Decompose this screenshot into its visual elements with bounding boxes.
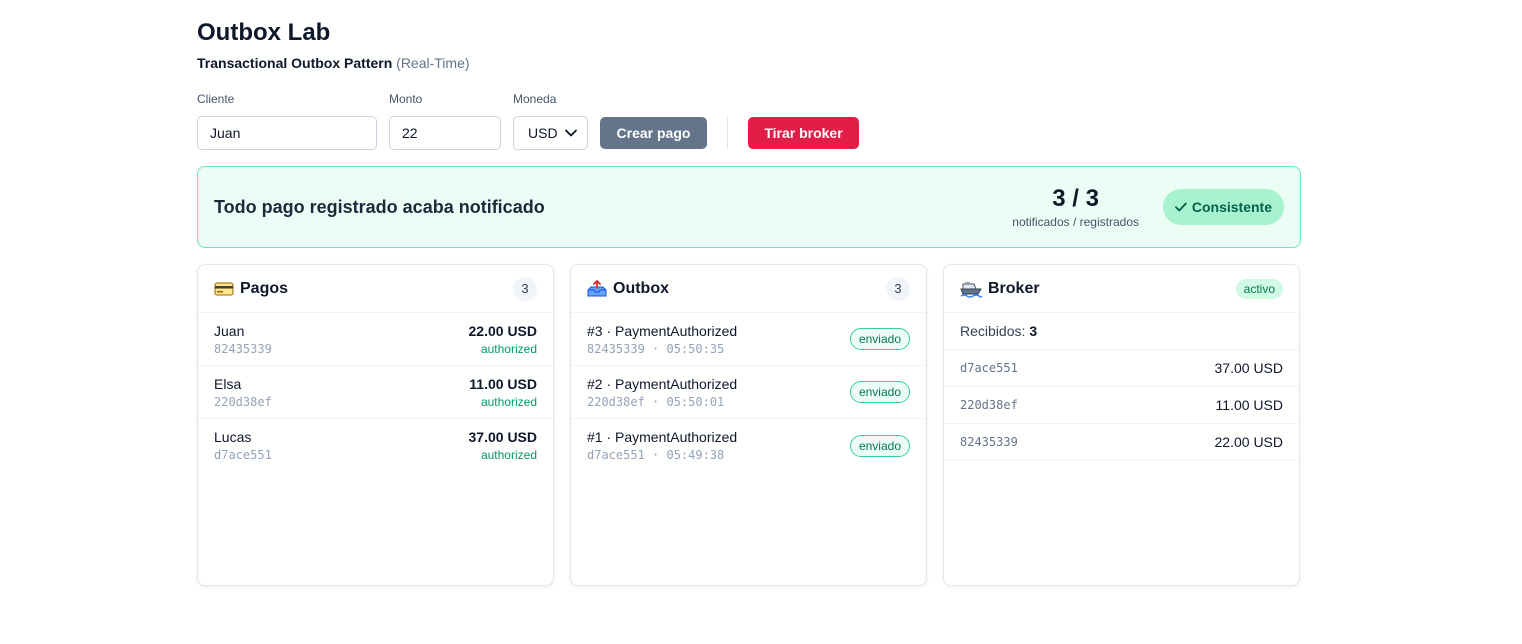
panels: Pagos 3 Juan 82435339 22.00 USD authorized… xyxy=(197,264,1301,586)
create-payment-button[interactable]: Crear pago xyxy=(600,117,707,149)
broker-message-row[interactable]: 220d38ef 11.00 USD xyxy=(944,387,1299,424)
broker-message-row[interactable]: d7ace551 37.00 USD xyxy=(944,350,1299,387)
chevron-down-icon xyxy=(565,129,577,137)
cliente-label: Cliente xyxy=(197,92,235,106)
consistent-badge: Consistente xyxy=(1163,189,1284,225)
payment-status: authorized xyxy=(480,394,537,409)
outbox-title: Outbox xyxy=(587,280,669,298)
pagos-title: Pagos xyxy=(214,280,288,298)
outbox-row[interactable]: #2 · PaymentAuthorized 220d38ef · 05:50:0… xyxy=(571,366,926,419)
outbox-tray-icon xyxy=(587,279,607,296)
check-icon xyxy=(1175,202,1187,212)
metric-label: notificados / registrados xyxy=(1012,215,1139,229)
consistency-banner: Todo pago registrado acaba notificado 3 … xyxy=(197,166,1301,248)
outbox-title-label: Outbox xyxy=(613,279,669,297)
received-label: Recibidos: xyxy=(960,323,1026,339)
outbox-event: #1 · PaymentAuthorized xyxy=(587,429,738,445)
payment-client: Lucas xyxy=(214,429,252,445)
payment-amount: 11.00 USD xyxy=(469,375,537,392)
cliente-input[interactable] xyxy=(197,116,377,150)
credit-card-icon xyxy=(214,282,234,295)
payment-row[interactable]: Lucas d7ace551 37.00 USD authorized xyxy=(198,419,553,472)
monto-input[interactable] xyxy=(389,116,501,150)
outbox-header: Outbox 3 xyxy=(571,265,926,313)
moneda-selected-value: USD xyxy=(528,125,558,141)
message-id: 82435339 xyxy=(960,435,1018,449)
received-count: 3 xyxy=(1029,323,1038,339)
received-summary: Recibidos: 3 xyxy=(944,313,1299,350)
message-amount: 22.00 USD xyxy=(1214,434,1283,450)
sent-badge: enviado xyxy=(849,434,910,457)
payment-status: authorized xyxy=(480,341,537,356)
monto-field: Monto xyxy=(377,91,501,150)
toolbar-divider xyxy=(727,117,728,149)
moneda-field: Moneda USD xyxy=(513,91,588,150)
app: Outbox Lab Transactional Outbox Pattern … xyxy=(197,18,1301,586)
payment-status: authorized xyxy=(480,448,537,462)
page-title: Outbox Lab xyxy=(197,19,331,46)
outbox-meta: 82435339 · 05:50:35 xyxy=(587,341,725,356)
payment-amount: 37.00 USD xyxy=(468,429,537,445)
outbox-meta: 220d38ef · 05:50:01 xyxy=(587,394,725,409)
outbox-row[interactable]: #1 · PaymentAuthorized d7ace551 · 05:49:3… xyxy=(571,419,926,472)
broker-title: Broker xyxy=(960,280,1040,298)
broker-status-badge: activo xyxy=(1235,278,1283,299)
broker-header: Broker activo xyxy=(944,265,1299,313)
sent-badge: enviado xyxy=(849,328,910,350)
ship-icon xyxy=(960,281,982,298)
pagos-count: 3 xyxy=(513,276,537,301)
broker-title-label: Broker xyxy=(988,279,1040,297)
moneda-label: Moneda xyxy=(513,92,557,106)
payment-id: 82435339 xyxy=(214,341,272,356)
broker-message-row[interactable]: 82435339 22.00 USD xyxy=(944,424,1299,461)
subtitle-pattern: Transactional Outbox Pattern xyxy=(197,55,393,71)
invariant-text: Todo pago registrado acaba notificado xyxy=(214,196,545,217)
outbox-meta: d7ace551 · 05:49:38 xyxy=(587,448,725,462)
payment-form: Cliente Monto Moneda USD Crear pago Tira… xyxy=(197,88,1301,150)
outbox-panel: Outbox 3 #3 · PaymentAuthorized 82435339 … xyxy=(570,264,927,586)
pagos-header: Pagos 3 xyxy=(198,265,553,313)
kill-broker-button[interactable]: Tirar broker xyxy=(748,117,859,149)
sent-badge: enviado xyxy=(849,381,910,403)
consistency-metric: 3 / 3 notificados / registrados xyxy=(1012,185,1139,229)
subtitle-mode: (Real-Time) xyxy=(396,55,470,71)
outbox-event: #3 · PaymentAuthorized xyxy=(587,322,738,339)
payment-id: d7ace551 xyxy=(214,448,272,462)
payment-client: Juan xyxy=(214,322,245,339)
message-id: 220d38ef xyxy=(960,398,1018,412)
payment-row[interactable]: Juan 82435339 22.00 USD authorized xyxy=(198,313,553,366)
message-amount: 11.00 USD xyxy=(1215,397,1283,413)
broker-panel: Broker activo Recibidos: 3 d7ace551 37.0… xyxy=(943,264,1300,586)
pagos-panel: Pagos 3 Juan 82435339 22.00 USD authorized… xyxy=(197,264,554,586)
message-amount: 37.00 USD xyxy=(1214,360,1283,376)
outbox-event: #2 · PaymentAuthorized xyxy=(587,375,738,392)
metric-value: 3 / 3 xyxy=(1052,185,1099,212)
moneda-select[interactable]: USD xyxy=(513,116,588,150)
message-id: d7ace551 xyxy=(960,361,1018,375)
pagos-title-label: Pagos xyxy=(240,279,289,297)
monto-label: Monto xyxy=(389,92,423,106)
page-subtitle: Transactional Outbox Pattern (Real-Time) xyxy=(197,54,1301,72)
payment-row[interactable]: Elsa 220d38ef 11.00 USD authorized xyxy=(198,366,553,419)
outbox-row[interactable]: #3 · PaymentAuthorized 82435339 · 05:50:3… xyxy=(571,313,926,366)
payment-amount: 22.00 USD xyxy=(468,322,537,339)
payment-client: Elsa xyxy=(214,375,242,392)
cliente-field: Cliente xyxy=(197,91,377,150)
payment-id: 220d38ef xyxy=(214,394,272,409)
consistent-label: Consistente xyxy=(1191,199,1272,215)
outbox-count: 3 xyxy=(886,276,910,301)
